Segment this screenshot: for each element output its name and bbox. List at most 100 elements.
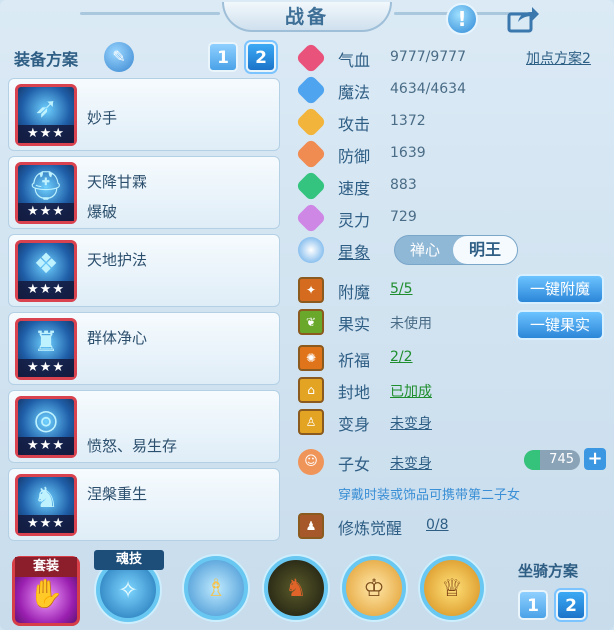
scheme-button-1[interactable]: 1 <box>208 42 238 72</box>
glove-icon: ✋ <box>28 577 64 610</box>
toggle-option-chanxin[interactable]: 禅心 <box>395 236 455 264</box>
fumo-label: 附魔 <box>338 283 371 302</box>
cultivation-icon: ♟ <box>298 513 324 539</box>
equipment-list: ➶ ★★★ 妙手 ⛑ ★★★ 天降甘霖 爆破 ❖ ★★★ 天地护法 ♜ ★★★ 群体净心… <box>8 78 280 546</box>
xiulian-value[interactable]: 0/8 <box>426 517 449 533</box>
mount-button-1[interactable]: 1 <box>518 590 548 620</box>
pet-slot-3[interactable]: ♔ <box>342 556 406 620</box>
enchant-icon: ✦ <box>298 277 324 303</box>
shield-icon <box>295 138 327 170</box>
qifu-value[interactable]: 2/2 <box>390 349 413 365</box>
pencil-icon: ✎ <box>112 47 126 66</box>
one-key-fruit-button[interactable]: 一键果实 <box>516 310 604 340</box>
armor-icon: ♜ ★★★ <box>15 318 77 380</box>
set-label: 套装 <box>15 557 77 577</box>
helmet-icon: ⛑ ★★★ <box>15 162 77 224</box>
equipment-slot-4[interactable]: ♜ ★★★ 群体净心 <box>8 312 280 385</box>
stat-row-attack: 攻击 1372 <box>292 106 610 138</box>
xingxiang-row: 星象 禅心 明王 <box>292 234 610 265</box>
stat-value: 1372 <box>390 113 426 129</box>
child-resource-bar: 745 <box>524 450 580 470</box>
stat-value: 4634/4634 <box>390 81 466 97</box>
xiulian-row: ♟ 修炼觉醒 0/8 <box>292 510 610 540</box>
soul-skill-button[interactable]: 魂技 ✧ <box>94 550 164 622</box>
stat-value: 883 <box>390 177 417 193</box>
equipment-slot-2[interactable]: ⛑ ★★★ 天降甘霖 爆破 <box>8 156 280 229</box>
top-bar: 战备 ! <box>0 0 614 36</box>
equipment-slot-5[interactable]: ◎ ★★★ 愤怒、易生存 <box>8 390 280 463</box>
child-icon: ☺ <box>298 449 324 475</box>
star-rating: ★★★ <box>18 515 74 533</box>
lightning-icon <box>295 170 327 202</box>
set-button[interactable]: 套装 ✋ <box>12 556 80 626</box>
boots-icon: ♞ ★★★ <box>15 474 77 536</box>
stat-label: 魔法 <box>338 83 371 102</box>
star-rating: ★★★ <box>18 281 74 299</box>
one-key-enchant-button[interactable]: 一键附魔 <box>516 274 604 304</box>
pet-monk-icon: ♕ <box>441 574 463 602</box>
equipment-slot-6[interactable]: ♞ ★★★ 涅槃重生 <box>8 468 280 541</box>
necklace-icon: ❖ ★★★ <box>15 240 77 302</box>
pet-slot-1[interactable]: ♗ <box>184 556 248 620</box>
child-resource-count: 745 <box>549 452 574 467</box>
add-child-resource-button[interactable]: + <box>584 448 606 470</box>
qifu-label: 祈福 <box>338 351 371 370</box>
fruit-icon: ❦ <box>298 309 324 335</box>
bianshen-value[interactable]: 未变身 <box>390 413 432 433</box>
info-button[interactable]: ! <box>446 3 478 35</box>
heart-icon <box>295 42 327 74</box>
pet-slot-4[interactable]: ♕ <box>420 556 484 620</box>
scheme-button-2[interactable]: 2 <box>246 42 276 72</box>
mount-button-2[interactable]: 2 <box>556 590 586 620</box>
equipment-skill: 天地护法 <box>87 251 148 269</box>
stat-label: 速度 <box>338 179 371 198</box>
soul-icon: ✧ <box>117 576 139 604</box>
equipment-slot-3[interactable]: ❖ ★★★ 天地护法 <box>8 234 280 307</box>
zinv-value[interactable]: 未变身 <box>390 453 432 473</box>
fengdi-row: ⌂ 封地 已加成 <box>292 374 610 404</box>
pet-figure-icon: ♗ <box>205 574 227 602</box>
star-sign-icon <box>298 237 324 263</box>
stat-row-hp: 气血 9777/9777 <box>292 42 610 74</box>
star-rating: ★★★ <box>18 203 74 221</box>
xingxiang-toggle[interactable]: 禅心 明王 <box>394 235 518 265</box>
equipment-skill: 愤怒、易生存 <box>87 437 178 455</box>
fengdi-value[interactable]: 已加成 <box>390 381 432 401</box>
scheme-title: 装备方案 <box>14 50 79 69</box>
edit-scheme-button[interactable]: ✎ <box>104 42 134 72</box>
sword-icon <box>295 106 327 138</box>
pet-slot-2[interactable]: ♞ <box>264 556 328 620</box>
toggle-option-mingwang[interactable]: 明王 <box>453 236 517 264</box>
guoshi-label: 果实 <box>338 315 371 334</box>
equipment-skill: 天降甘霖 <box>87 173 148 191</box>
battle-prep-panel: 战备 ! 装备方案 ✎ 1 2 ➶ ★★★ 妙手 ⛑ ★★★ 天降甘霖 爆破 ❖ ★★… <box>0 0 614 630</box>
equipment-slot-1[interactable]: ➶ ★★★ 妙手 <box>8 78 280 151</box>
star-rating: ★★★ <box>18 125 74 143</box>
plus-icon: + <box>587 448 603 469</box>
stat-label: 攻击 <box>338 115 371 134</box>
fumo-value[interactable]: 5/5 <box>390 281 413 297</box>
stat-row-spirit: 灵力 729 <box>292 202 610 234</box>
stats-panel: 加点方案2 气血 9777/9777 魔法 4634/4634 攻击 1372 … <box>292 38 610 542</box>
zinv-label: 子女 <box>338 455 371 474</box>
equipment-skill: 涅槃重生 <box>87 485 148 503</box>
blessing-icon: ✺ <box>298 345 324 371</box>
pet-warrior-icon: ♔ <box>363 574 385 602</box>
spirit-icon <box>295 202 327 234</box>
share-button[interactable] <box>506 4 540 34</box>
page-title: 战备 <box>222 2 392 32</box>
second-child-hint: 穿戴时装或饰品可携带第二子女 <box>338 488 521 503</box>
xingxiang-label[interactable]: 星象 <box>338 239 370 263</box>
stat-row-speed: 速度 883 <box>292 170 610 202</box>
pet-beast-icon: ♞ <box>285 574 307 602</box>
title-decoration-left <box>80 12 220 15</box>
mount-plan-title: 坐骑方案 <box>518 562 579 580</box>
stat-value: 729 <box>390 209 417 225</box>
share-icon <box>507 7 539 33</box>
bianshen-label: 变身 <box>338 415 371 434</box>
qifu-row: ✺ 祈福 2/2 <box>292 342 610 372</box>
bottom-bar: 套装 ✋ 魂技 ✧ ♗ ♞ ♔ ♕ 坐骑方案 1 2 <box>0 548 614 630</box>
stat-label: 防御 <box>338 147 371 166</box>
equipment-skill: 群体净心 <box>87 329 148 347</box>
mana-icon <box>295 74 327 106</box>
